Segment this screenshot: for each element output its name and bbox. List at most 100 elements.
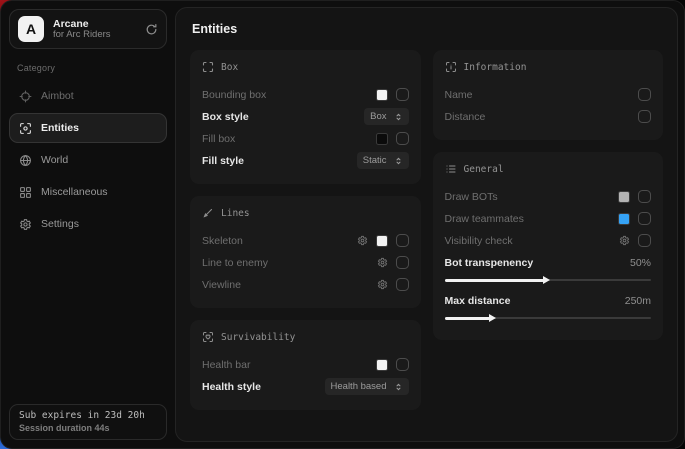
box-style-dropdown[interactable]: Box <box>364 108 408 125</box>
app-window: A Arcane for Arc Riders Category <box>0 0 685 449</box>
setting-row-health-bar: Health bar <box>202 354 409 375</box>
subscription-card: Sub expires in 23d 20h Session duration … <box>9 404 167 440</box>
sidebar-item-label: World <box>41 154 68 166</box>
setting-label: Line to enemy <box>202 257 268 269</box>
setting-label: Health style <box>202 381 261 393</box>
globe-icon <box>19 154 32 167</box>
brand-text: Arcane for Arc Riders <box>53 18 136 41</box>
sidebar-item-label: Aimbot <box>41 90 74 102</box>
main-content: Entities Box <box>175 7 678 442</box>
setting-label: Skeleton <box>202 235 243 247</box>
row-gear-icon[interactable] <box>377 279 388 290</box>
app-name: Arcane <box>53 18 136 30</box>
setting-row-bounding-box: Bounding box <box>202 84 409 105</box>
checkbox[interactable] <box>638 212 651 225</box>
color-swatch[interactable] <box>618 213 630 225</box>
checkbox[interactable] <box>396 358 409 371</box>
sidebar-item-settings[interactable]: Settings <box>9 209 167 239</box>
checkbox[interactable] <box>638 88 651 101</box>
panel-title: Survivability <box>221 332 295 343</box>
setting-label: Bot transpenency <box>445 257 534 269</box>
overlay-window: A Arcane for Arc Riders Category <box>0 0 685 449</box>
page-title: Entities <box>192 22 663 36</box>
setting-row-max-distance: Max distance 250m <box>445 290 652 311</box>
setting-row-health-style: Health style Health based <box>202 376 409 397</box>
checkbox[interactable] <box>396 278 409 291</box>
checkbox[interactable] <box>396 132 409 145</box>
list-icon <box>445 163 457 175</box>
setting-row-name: Name <box>445 84 652 105</box>
setting-row-fill-box: Fill box <box>202 128 409 149</box>
app-logo: A <box>18 16 44 42</box>
setting-label: Distance <box>445 111 486 123</box>
sync-icon[interactable] <box>145 23 158 36</box>
health-style-dropdown[interactable]: Health based <box>325 378 409 395</box>
setting-row-distance: Distance <box>445 106 652 127</box>
checkbox[interactable] <box>638 110 651 123</box>
left-column: Box Bounding box Box styl <box>190 50 421 410</box>
slider-value: 50% <box>630 257 651 269</box>
color-swatch[interactable] <box>376 89 388 101</box>
panel-title: Box <box>221 62 238 73</box>
line-icon <box>202 207 214 219</box>
row-gear-icon[interactable] <box>357 235 368 246</box>
bot-transparency-slider[interactable] <box>445 275 652 285</box>
setting-row-draw-bots: Draw BOTs <box>445 186 652 207</box>
setting-label: Draw teammates <box>445 213 524 225</box>
checkbox[interactable] <box>396 256 409 269</box>
sidebar-item-entities[interactable]: Entities <box>9 113 167 143</box>
setting-label: Viewline <box>202 279 241 291</box>
panel-lines: Lines Skeleton <box>190 196 421 308</box>
setting-row-fill-style: Fill style Static <box>202 150 409 171</box>
sidebar-nav: Aimbot Entities <box>9 81 167 239</box>
color-swatch[interactable] <box>376 133 388 145</box>
setting-row-viewline: Viewline <box>202 274 409 295</box>
dropdown-value: Health based <box>331 381 387 392</box>
chevron-updown-icon <box>394 156 403 166</box>
setting-row-box-style: Box style Box <box>202 106 409 127</box>
setting-row-bot-transparency: Bot transpenency 50% <box>445 252 652 273</box>
panel-general: General Draw BOTs Draw te <box>433 152 664 340</box>
panel-title: General <box>464 164 504 175</box>
setting-row-visibility-check: Visibility check <box>445 230 652 251</box>
sidebar: A Arcane for Arc Riders Category <box>1 1 175 448</box>
setting-row-skeleton: Skeleton <box>202 230 409 251</box>
checkbox[interactable] <box>638 190 651 203</box>
setting-row-line-to-enemy: Line to enemy <box>202 252 409 273</box>
panel-information: Information Name Distance <box>433 50 664 140</box>
color-swatch[interactable] <box>618 191 630 203</box>
chevron-updown-icon <box>394 112 403 122</box>
heart-scan-icon <box>202 331 214 343</box>
color-swatch[interactable] <box>376 235 388 247</box>
row-gear-icon[interactable] <box>377 257 388 268</box>
checkbox[interactable] <box>638 234 651 247</box>
panel-title: Information <box>464 62 527 73</box>
setting-label: Visibility check <box>445 235 513 247</box>
sidebar-item-miscellaneous[interactable]: Miscellaneous <box>9 177 167 207</box>
slider-value: 250m <box>625 295 651 307</box>
color-swatch[interactable] <box>376 359 388 371</box>
info-scan-icon <box>445 61 457 73</box>
panel-title: Lines <box>221 208 250 219</box>
sidebar-item-aimbot[interactable]: Aimbot <box>9 81 167 111</box>
panel-survivability: Survivability Health bar <box>190 320 421 410</box>
app-subtitle: for Arc Riders <box>53 30 136 41</box>
dropdown-value: Box <box>370 111 386 122</box>
checkbox[interactable] <box>396 88 409 101</box>
setting-label: Max distance <box>445 295 511 307</box>
sidebar-item-label: Entities <box>41 122 79 134</box>
row-gear-icon[interactable] <box>619 235 630 246</box>
sidebar-item-label: Miscellaneous <box>41 186 108 198</box>
max-distance-slider[interactable] <box>445 313 652 323</box>
fill-style-dropdown[interactable]: Static <box>357 152 409 169</box>
setting-label: Fill box <box>202 133 235 145</box>
setting-label: Box style <box>202 111 249 123</box>
chevron-updown-icon <box>394 382 403 392</box>
setting-label: Name <box>445 89 473 101</box>
setting-label: Fill style <box>202 155 244 167</box>
brand-card: A Arcane for Arc Riders <box>9 9 167 49</box>
checkbox[interactable] <box>396 234 409 247</box>
sub-expiry-text: Sub expires in 23d 20h <box>19 410 157 421</box>
sidebar-item-world[interactable]: World <box>9 145 167 175</box>
sidebar-item-label: Settings <box>41 218 79 230</box>
